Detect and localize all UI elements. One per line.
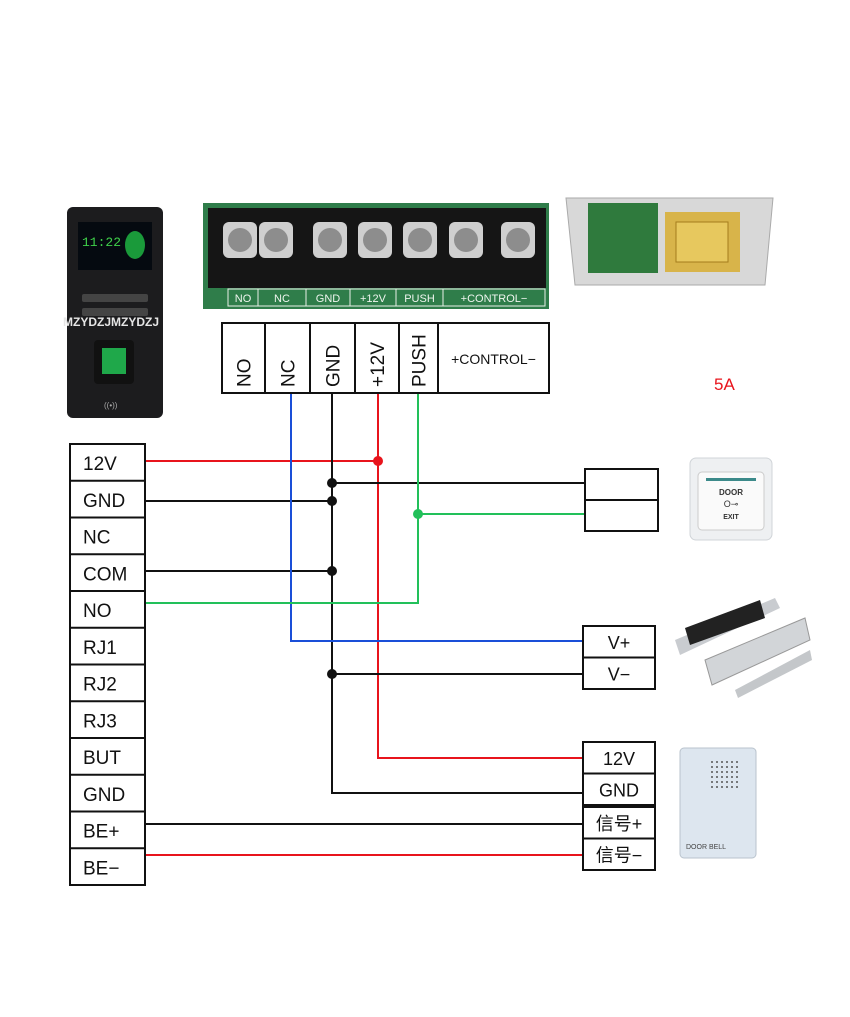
speaker-hole [731, 761, 733, 763]
speaker-hole [731, 771, 733, 773]
fingerprint-terminal-image: 11:22 ((•)) MZYDZJMZYDZJ [63, 207, 163, 418]
speaker-hole [711, 786, 713, 788]
wires [145, 393, 585, 856]
controller-terminal-table: 12V GND NC COM NO RJ1 RJ2 RJ3 BUT GND BE+ BE− [69, 443, 146, 886]
screw-head [318, 228, 342, 252]
screw-head [454, 228, 478, 252]
power-supply-image [565, 197, 774, 286]
wire-red-12v [145, 393, 583, 759]
screw-head [506, 228, 530, 252]
svg-text:((•)): ((•)) [104, 401, 118, 410]
device-terminal-label: V+ [608, 633, 631, 653]
doorbell-terminal-table: 12V GND 信号+ 信号− [582, 741, 656, 871]
speaker-hole [736, 786, 738, 788]
exit-button-line2: EXIT [723, 514, 739, 521]
speaker-hole [731, 781, 733, 783]
device-terminal-label: GND [599, 780, 639, 800]
speaker-hole [716, 781, 718, 783]
exit-button-image: DOOR O⊸ EXIT [689, 457, 773, 541]
device-terminal-label: 12V [603, 749, 635, 769]
screw-head [408, 228, 432, 252]
terminal-label: NO [235, 359, 256, 388]
controller-terminal-label: BE+ [83, 822, 119, 843]
speaker-hole [716, 786, 718, 788]
speaker-hole [731, 786, 733, 788]
power-rating: 5A [714, 375, 735, 394]
silkscreen-label: GND [316, 293, 341, 305]
device-terminal-label: V− [608, 664, 631, 684]
svg-text:O⊸: O⊸ [724, 499, 739, 509]
doorbell-image: DOOR BELL [679, 747, 757, 859]
controller-terminal-label: BUT [83, 748, 121, 769]
silkscreen-label: NO [235, 293, 252, 305]
speaker-hole [711, 776, 713, 778]
controller-terminal-label: COM [83, 564, 127, 585]
terminal-label: NC [279, 360, 300, 387]
speaker-hole [736, 776, 738, 778]
screw-head [363, 228, 387, 252]
speaker-hole [726, 761, 728, 763]
terminal-label: GND [324, 345, 345, 387]
screw-head [264, 228, 288, 252]
electric-lock-image [675, 598, 812, 698]
exit-button-terminals [584, 468, 659, 532]
speaker-hole [726, 766, 728, 768]
controller-terminal-label: NC [83, 528, 110, 549]
speaker-hole [711, 781, 713, 783]
speaker-hole [716, 776, 718, 778]
speaker-hole [721, 786, 723, 788]
silkscreen-label: +12V [360, 293, 387, 305]
controller-terminal-label: NO [83, 601, 112, 622]
speaker-hole [721, 761, 723, 763]
speaker-hole [721, 781, 723, 783]
speaker-hole [736, 781, 738, 783]
speaker-hole [721, 776, 723, 778]
controller-terminal-label: BE− [83, 858, 119, 879]
speaker-hole [726, 781, 728, 783]
speaker-hole [711, 761, 713, 763]
speaker-hole [711, 766, 713, 768]
speaker-hole [726, 786, 728, 788]
controller-terminal-label: 12V [83, 454, 117, 475]
terminal-label: PUSH [410, 334, 431, 387]
exit-button-line1: DOOR [719, 488, 743, 497]
power-supply-terminal-table: NO NC GND +12V PUSH +CONTROL− [221, 322, 550, 394]
silkscreen-label: NC [274, 293, 290, 305]
device-clock: 11:22 [82, 235, 121, 250]
terminal-label: +CONTROL− [451, 351, 536, 367]
speaker-hole [736, 771, 738, 773]
terminal-block-image: NO NC GND +12V PUSH +CONTROL− [203, 203, 549, 309]
speaker-hole [736, 766, 738, 768]
terminal-label: +12V [368, 342, 389, 387]
wire-black-gnd [145, 393, 585, 794]
speaker-hole [726, 776, 728, 778]
lock-terminal-table: V+ V− [582, 625, 656, 690]
watermark: MZYDZJMZYDZJ [63, 315, 159, 329]
screw-head [228, 228, 252, 252]
controller-terminal-label: RJ2 [83, 675, 117, 696]
doorbell-label: DOOR BELL [686, 844, 726, 851]
controller-terminal-label: GND [83, 491, 125, 512]
speaker-hole [716, 766, 718, 768]
silkscreen-label: +CONTROL− [461, 293, 528, 305]
wiring-diagram: 11:22 ((•)) MZYDZJMZYDZJ NO NC GND +12V PUSH… [63, 197, 812, 886]
speaker-hole [716, 761, 718, 763]
silkscreen-label: PUSH [404, 293, 435, 305]
controller-terminal-label: RJ3 [83, 711, 117, 732]
controller-terminal-label: RJ1 [83, 638, 117, 659]
speaker-hole [716, 771, 718, 773]
device-terminal-label: 信号− [596, 845, 643, 865]
speaker-hole [711, 771, 713, 773]
speaker-hole [731, 776, 733, 778]
speaker-hole [726, 771, 728, 773]
device-terminal-label: 信号+ [596, 814, 643, 834]
speaker-hole [721, 766, 723, 768]
speaker-hole [736, 761, 738, 763]
speaker-hole [721, 771, 723, 773]
controller-terminal-label: GND [83, 785, 125, 806]
speaker-hole [731, 766, 733, 768]
